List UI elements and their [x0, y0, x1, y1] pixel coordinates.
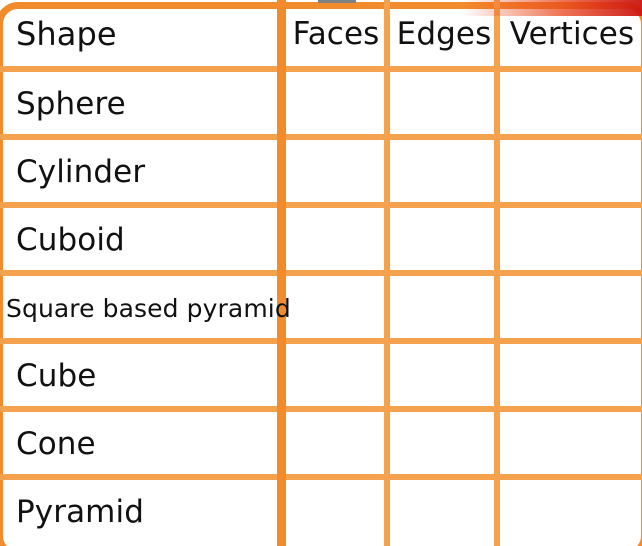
cell-square-based-pyramid-edges[interactable]	[392, 274, 496, 342]
cell-cylinder-edges[interactable]	[392, 138, 496, 206]
cell-cuboid-faces[interactable]	[286, 206, 386, 274]
cell-cube-faces[interactable]	[286, 342, 386, 410]
cell-cuboid-vertices[interactable]	[502, 206, 642, 274]
column-header-shape: Shape	[16, 15, 117, 53]
row-label-sphere: Sphere	[16, 86, 126, 122]
worksheet-table: Shape Faces Edges Vertices Sphere Cylind…	[0, 0, 642, 546]
row-label-pyramid: Pyramid	[16, 494, 144, 530]
cell-cone-vertices[interactable]	[502, 410, 642, 478]
row-label-cube: Cube	[16, 358, 97, 394]
row-label-cylinder: Cylinder	[16, 154, 146, 190]
row-label-cone: Cone	[16, 426, 96, 462]
cell-cube-edges[interactable]	[392, 342, 496, 410]
cell-cuboid-edges[interactable]	[392, 206, 496, 274]
column-header-vertices: Vertices	[509, 16, 635, 52]
clipped-top-element	[318, 0, 356, 3]
cell-cube-vertices[interactable]	[502, 342, 642, 410]
cell-pyramid-faces[interactable]	[286, 478, 386, 546]
cell-pyramid-edges[interactable]	[392, 478, 496, 546]
cell-cylinder-vertices[interactable]	[502, 138, 642, 206]
cell-sphere-edges[interactable]	[392, 70, 496, 138]
cell-sphere-faces[interactable]	[286, 70, 386, 138]
cell-sphere-vertices[interactable]	[502, 70, 642, 138]
cell-cylinder-faces[interactable]	[286, 138, 386, 206]
cell-cone-faces[interactable]	[286, 410, 386, 478]
column-header-edges: Edges	[396, 16, 492, 52]
cell-square-based-pyramid-vertices[interactable]	[502, 274, 642, 342]
cell-pyramid-vertices[interactable]	[502, 478, 642, 546]
cell-cone-edges[interactable]	[392, 410, 496, 478]
row-label-square-based-pyramid: Square based pyramid	[6, 293, 291, 323]
cell-square-based-pyramid-faces[interactable]	[286, 274, 386, 342]
column-header-faces: Faces	[292, 16, 380, 52]
column-divider-shape	[277, 0, 286, 546]
row-label-cuboid: Cuboid	[16, 222, 125, 258]
